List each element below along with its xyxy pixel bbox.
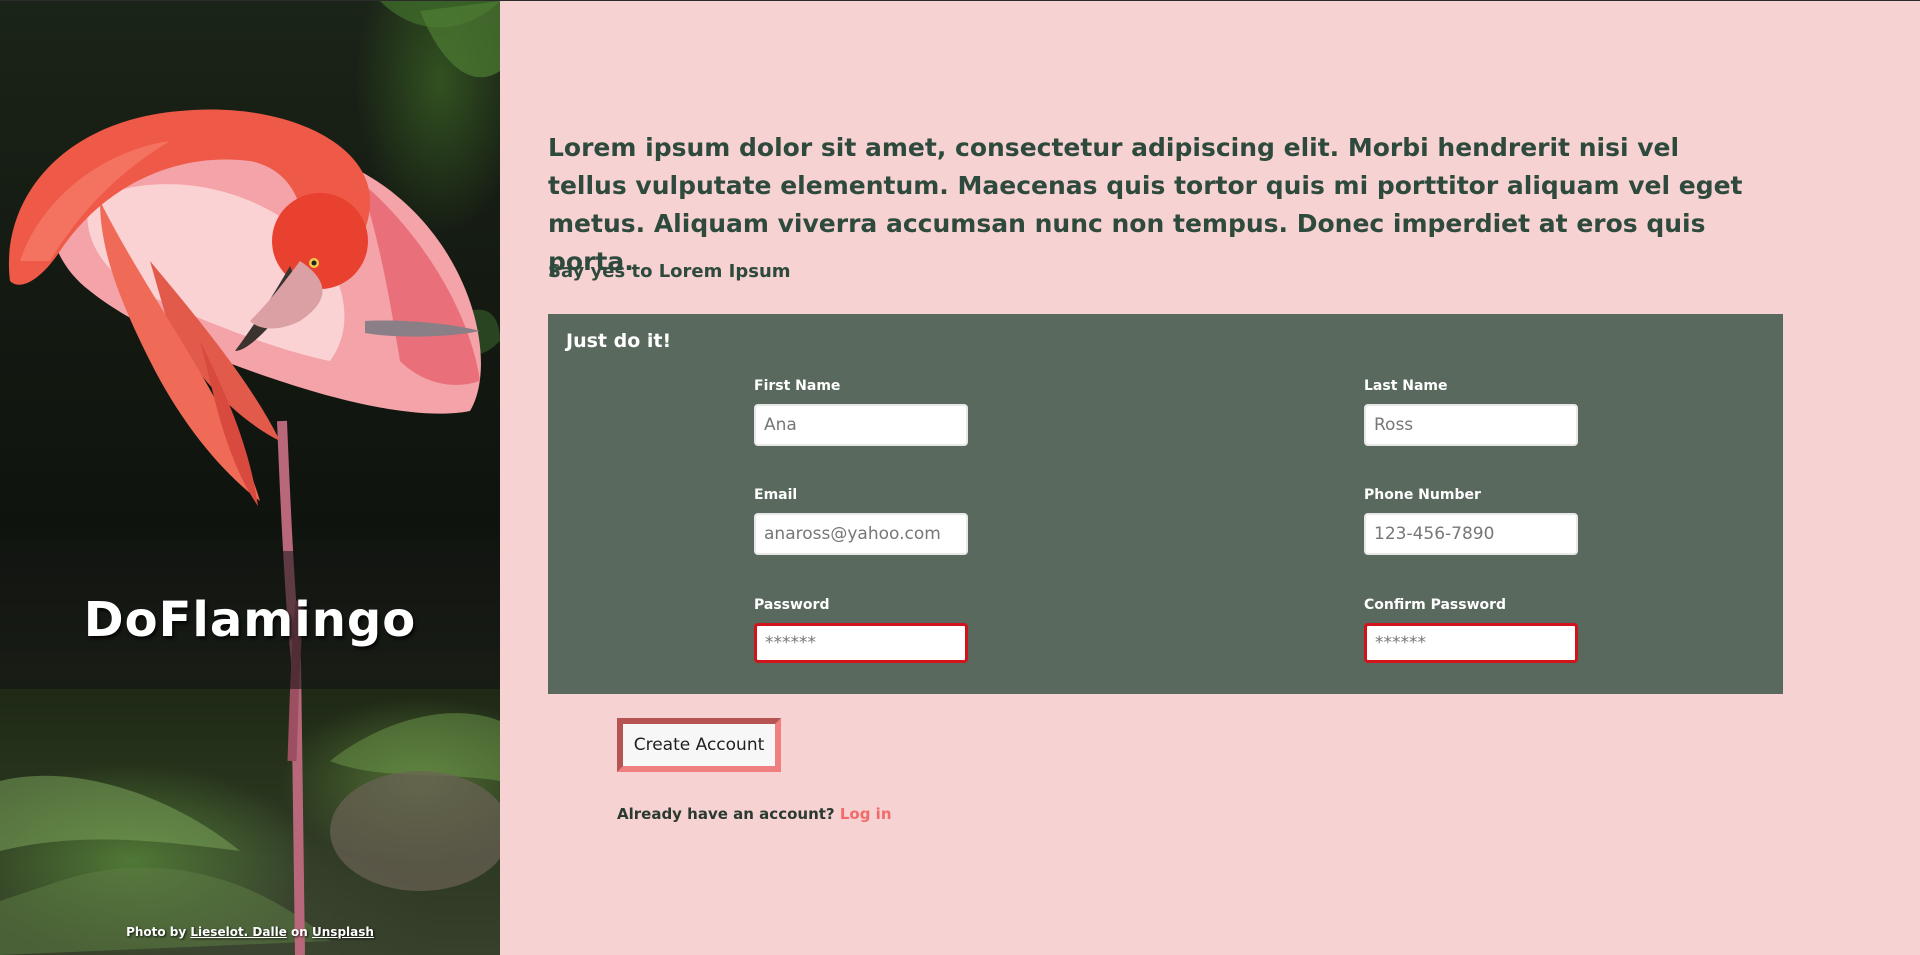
login-link[interactable]: Log in xyxy=(840,805,892,823)
credit-site-link[interactable]: Unsplash xyxy=(312,925,374,939)
password-input[interactable] xyxy=(754,623,968,663)
hero-image: DoFlamingo Photo by Lieselot. Dalle on U… xyxy=(0,1,500,955)
confirm-password-input[interactable] xyxy=(1364,623,1578,663)
flamingo-illustration xyxy=(0,1,500,955)
email-input[interactable] xyxy=(754,513,968,555)
login-prompt: Already have an account? Log in xyxy=(617,805,892,823)
credit-author-link[interactable]: Lieselot. Dalle xyxy=(190,925,286,939)
password-field-group: Password xyxy=(754,597,968,663)
login-prompt-text: Already have an account? xyxy=(617,805,835,823)
password-label: Password xyxy=(754,597,830,613)
first-name-label: First Name xyxy=(754,378,841,394)
photo-credit: Photo by Lieselot. Dalle on Unsplash xyxy=(0,925,500,939)
first-name-field-group: First Name xyxy=(754,378,968,446)
credit-prefix: Photo by xyxy=(126,925,187,939)
email-field-group: Email xyxy=(754,487,968,555)
credit-on: on xyxy=(291,925,308,939)
intro-paragraph: Lorem ipsum dolor sit amet, consectetur … xyxy=(548,133,1743,276)
signup-form: Just do it! First Name Last Name Email P… xyxy=(548,314,1783,694)
phone-field-group: Phone Number xyxy=(1364,487,1578,555)
last-name-label: Last Name xyxy=(1364,378,1448,394)
site-title: DoFlamingo xyxy=(83,592,417,648)
tagline: Say yes to Lorem Ipsum xyxy=(548,261,791,282)
first-name-input[interactable] xyxy=(754,404,968,446)
last-name-input[interactable] xyxy=(1364,404,1578,446)
form-heading: Just do it! xyxy=(566,330,672,352)
hero-title-band: DoFlamingo xyxy=(0,551,500,689)
last-name-field-group: Last Name xyxy=(1364,378,1578,446)
confirm-password-label: Confirm Password xyxy=(1364,597,1507,613)
phone-label: Phone Number xyxy=(1364,487,1481,503)
phone-input[interactable] xyxy=(1364,513,1578,555)
email-label: Email xyxy=(754,487,798,503)
create-account-button[interactable]: Create Account xyxy=(617,718,781,772)
confirm-password-field-group: Confirm Password xyxy=(1364,597,1578,663)
